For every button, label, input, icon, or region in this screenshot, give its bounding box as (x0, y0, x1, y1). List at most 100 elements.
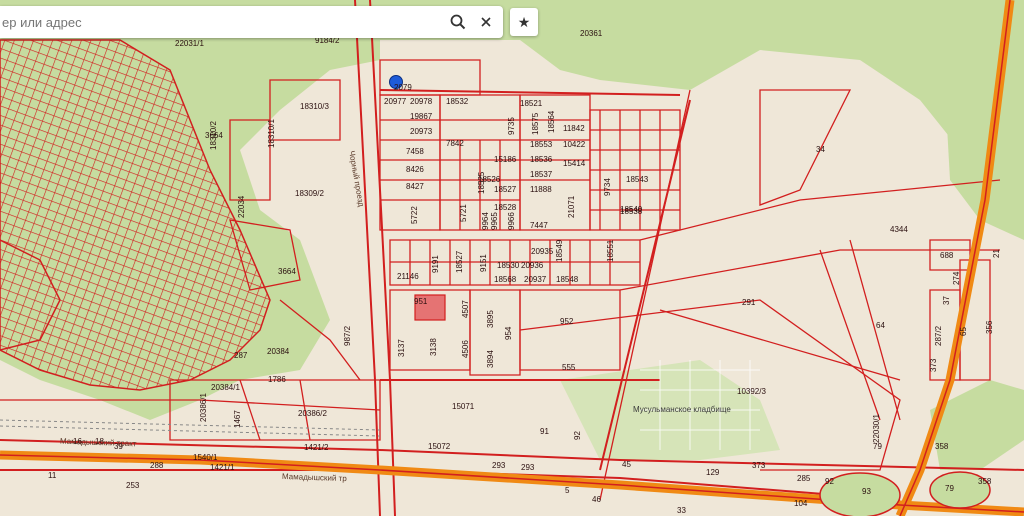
parcel-number: 18527 (455, 250, 464, 273)
parcel-number: 20386/2 (298, 409, 327, 418)
search-input[interactable] (0, 8, 422, 36)
parcel-number: 18551 (606, 239, 615, 262)
parcel-number: 2079 (394, 83, 412, 92)
parcel-number: 18310/2 (209, 121, 218, 150)
parcel-number: 104 (794, 499, 808, 508)
parcel-number: 9735 (507, 117, 516, 135)
parcel-number: 1786 (268, 375, 286, 384)
parcel-number: 18543 (626, 175, 649, 184)
search-bar (0, 6, 503, 38)
parcel-number: 18537 (530, 170, 553, 179)
parcel-number: 18310/1 (267, 119, 276, 148)
parcel-number: 129 (706, 468, 720, 477)
parcel-number: 20935 (531, 247, 554, 256)
parcel-number: 15414 (563, 159, 586, 168)
parcel-number: 92 (825, 477, 834, 486)
parcel-number: 951 (414, 297, 428, 306)
parcel-number: 18528 (494, 203, 517, 212)
parcel-number: 9184/2 (315, 36, 340, 45)
parcel-number: 18309/2 (295, 189, 324, 198)
parcel-number: 18527 (494, 185, 517, 194)
parcel-number: 79 (945, 484, 954, 493)
parcel-number: 18548 (556, 275, 579, 284)
parcel-number: 356 (985, 320, 994, 334)
parcel-number: 20386/1 (199, 393, 208, 422)
cadastral-map[interactable] (0, 0, 1024, 516)
parcel-number: 22031/1 (175, 39, 204, 48)
parcel-number: 358 (935, 442, 949, 451)
parcel-number: 4507 (461, 300, 470, 318)
parcel-number: 373 (929, 358, 938, 372)
parcel-number: 1421/2 (304, 443, 329, 452)
parcel-number: 22030/1 (872, 414, 881, 443)
parcel-number: 8426 (406, 165, 424, 174)
parcel-number: 293 (492, 461, 506, 470)
parcel-number: 20384/1 (211, 383, 240, 392)
parcel-number: 3895 (486, 310, 495, 328)
parcel-number: 5721 (459, 204, 468, 222)
parcel-number: 18564 (547, 110, 556, 133)
close-icon (481, 17, 491, 27)
parcel-number: 65 (959, 327, 968, 336)
parcel-number: 5 (565, 486, 570, 495)
parcel-number: 9965 (490, 212, 499, 230)
parcel-number: 5722 (410, 206, 419, 224)
parcel-number: 18553 (530, 140, 553, 149)
parcel-number: 15071 (452, 402, 475, 411)
parcel-number: 18310/3 (300, 102, 329, 111)
parcel-number: 34 (816, 145, 825, 154)
parcel-number: 45 (622, 460, 631, 469)
parcel-number: 10422 (563, 140, 586, 149)
parcel-number: 18568 (494, 275, 517, 284)
parcel-number: 91 (540, 427, 549, 436)
parcel-number: 8427 (406, 182, 424, 191)
parcel-number: 37 (942, 296, 951, 305)
parcel-number: 64 (876, 321, 885, 330)
parcel-number: 358 (978, 477, 992, 486)
parcel-number: 15072 (428, 442, 451, 451)
parcel-number: 20973 (410, 127, 433, 136)
parcel-number: 3664 (278, 267, 296, 276)
parcel-number: 15186 (494, 155, 517, 164)
parcel-number: 11 (48, 471, 57, 480)
parcel-number: 1421/1 (210, 463, 235, 472)
parcel-number: 92 (573, 431, 582, 440)
parcel-number: 987/2 (343, 325, 352, 346)
parcel-number: 3894 (486, 350, 495, 368)
parcel-number: 9191 (431, 255, 440, 273)
parcel-number: 21071 (567, 195, 576, 218)
parcel-number: 20384 (267, 347, 290, 356)
parcel-number: 11888 (530, 185, 552, 194)
search-button[interactable] (446, 10, 470, 34)
parcel-number: 9964 (481, 212, 490, 230)
parcel-number: 373 (752, 461, 766, 470)
parcel-number: 11842 (563, 124, 585, 133)
parcel-number: 18530 (497, 261, 520, 270)
parcel-number: 20978 (410, 97, 433, 106)
parcel-number: 4506 (461, 340, 470, 358)
parcel-number: 9734 (603, 178, 612, 196)
parcel-number: 7842 (446, 139, 464, 148)
clear-button[interactable] (474, 10, 498, 34)
parcel-number: 20937 (524, 275, 547, 284)
parcel-number: 253 (126, 481, 140, 490)
parcel-number: 46 (592, 495, 601, 504)
parcel-number: 288 (150, 461, 164, 470)
parcel-number: 18540 (620, 205, 643, 214)
parcel-number: 19867 (410, 112, 433, 121)
parcel-number: 18532 (446, 97, 469, 106)
parcel-number: 7458 (406, 147, 424, 156)
parcel-number: 285 (797, 474, 811, 483)
cemetery-label: Мусульманское кладбище (633, 405, 731, 414)
star-icon: ★ (517, 13, 531, 30)
parcel-number: 688 (940, 251, 954, 260)
parcel-number: 21146 (397, 272, 419, 281)
parcel-number: 20936 (521, 261, 544, 270)
favorites-button[interactable]: ★ (510, 8, 538, 36)
parcel-number: 93 (862, 487, 871, 496)
parcel-number: 18521 (520, 99, 543, 108)
parcel-number: 22034 (237, 195, 246, 218)
parcel-number: 1540/1 (193, 453, 218, 462)
parcel-number: 954 (504, 326, 513, 340)
parcel-number: 18575 (531, 112, 540, 135)
